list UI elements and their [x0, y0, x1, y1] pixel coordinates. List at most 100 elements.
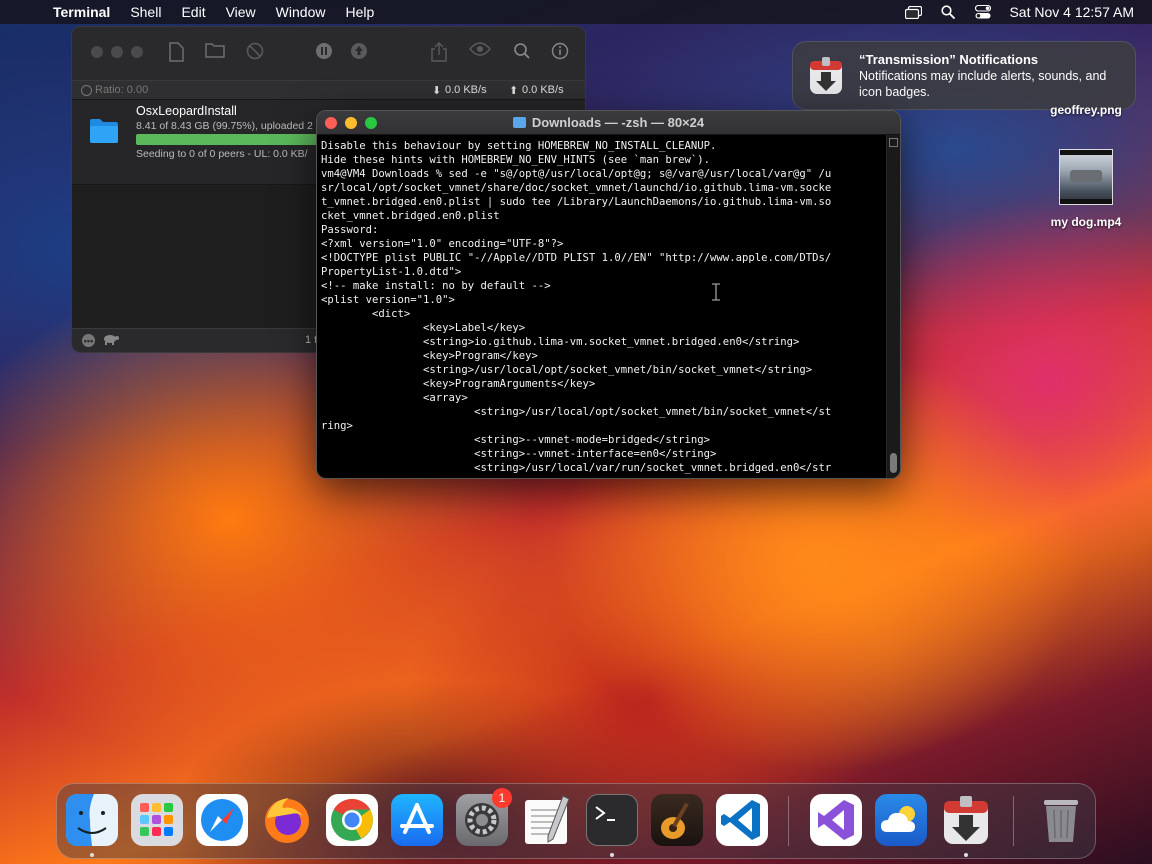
- control-center-icon[interactable]: [974, 5, 992, 19]
- terminal-scrollbar[interactable]: [886, 135, 900, 478]
- terminal-line: Hide these hints with HOMEBREW_NO_ENV_HI…: [321, 154, 711, 166]
- transmission-icon: [944, 796, 988, 844]
- terminal-line: <array>: [321, 392, 468, 404]
- notification-banner[interactable]: “Transmission” Notifications Notificatio…: [792, 41, 1136, 110]
- stage-manager-icon[interactable]: [904, 5, 922, 19]
- dock-separator: [788, 796, 789, 846]
- window-close-button[interactable]: [325, 117, 337, 129]
- dock-launchpad[interactable]: [131, 794, 183, 846]
- vscode-icon: [721, 800, 760, 840]
- window-minimize-button[interactable]: [111, 46, 123, 58]
- terminal-line: <string>--vmnet-interface=en0</string>: [321, 448, 717, 460]
- menu-view[interactable]: View: [226, 4, 256, 20]
- resume-all-icon[interactable]: [349, 42, 369, 62]
- transmission-app-icon: [807, 56, 845, 96]
- dock-vscode[interactable]: [716, 794, 768, 846]
- torrent-name: OsxLeopardInstall: [136, 104, 237, 118]
- text-cursor-icon: [711, 283, 721, 301]
- open-torrent-icon[interactable]: [205, 42, 225, 62]
- transmission-running-indicator: [964, 853, 968, 857]
- notification-body: Notifications may include alerts, sounds…: [859, 68, 1107, 99]
- dock-visual-studio[interactable]: [810, 794, 862, 846]
- folder-proxy-icon[interactable]: [512, 117, 526, 128]
- trash-icon: [1044, 800, 1078, 842]
- terminal-line: <string>/usr/local/var/run/socket_vmnet.…: [321, 462, 832, 474]
- terminal-title-bar[interactable]: Downloads — -zsh — 80×24: [317, 111, 900, 135]
- dock-garageband[interactable]: [651, 794, 703, 846]
- terminal-line: <key>ProgramArguments</key>: [321, 378, 596, 390]
- weather-icon: [881, 806, 915, 832]
- terminal-line: <string>--vmnet-mode=bridged</string>: [321, 434, 711, 446]
- dock-textedit[interactable]: [521, 794, 573, 846]
- quick-look-icon[interactable]: [469, 42, 491, 62]
- download-rate-icon: ⬇: [432, 85, 442, 97]
- video-thumbnail: [1059, 149, 1113, 205]
- terminal-title: Downloads — -zsh — 80×24: [531, 115, 705, 130]
- create-torrent-icon[interactable]: [166, 42, 186, 62]
- terminal-line: Password:: [321, 224, 379, 236]
- window-close-button[interactable]: [91, 46, 103, 58]
- info-icon[interactable]: [550, 42, 570, 62]
- dock: 1: [56, 783, 1096, 859]
- desktop-file-png[interactable]: geoffrey.png: [1040, 104, 1132, 120]
- dock-app-store[interactable]: [391, 794, 443, 846]
- upload-rate: 0.0 KB/s: [522, 84, 564, 96]
- launchpad-icon: [140, 803, 173, 836]
- window-zoom-button[interactable]: [365, 117, 377, 129]
- dock-weather[interactable]: [875, 794, 927, 846]
- window-zoom-button[interactable]: [131, 46, 143, 58]
- upload-rate-icon: ⬆: [509, 85, 519, 97]
- terminal-line: sr/local/opt/socket_vmnet/share/doc/sock…: [321, 182, 832, 194]
- dock-safari[interactable]: [196, 794, 248, 846]
- menu-window[interactable]: Window: [276, 4, 326, 20]
- desktop-file-mp4[interactable]: my dog.mp4: [1040, 149, 1132, 229]
- terminal-window[interactable]: Downloads — -zsh — 80×24 Disable this be…: [316, 110, 901, 479]
- window-minimize-button[interactable]: [345, 117, 357, 129]
- speed-limit-turtle-icon[interactable]: [102, 333, 120, 348]
- menu-clock[interactable]: Sat Nov 4 12:57 AM: [1009, 4, 1134, 20]
- transmission-stats-bar: Ratio: 0.00 ⬇ 0.0 KB/s ⬆ 0.0 KB/s: [72, 80, 585, 100]
- textedit-icon: [525, 795, 570, 844]
- menu-help[interactable]: Help: [345, 4, 374, 20]
- remove-torrent-icon[interactable]: [245, 42, 265, 62]
- menu-shell[interactable]: Shell: [130, 4, 161, 20]
- terminal-line: <key>Program</key>: [321, 350, 538, 362]
- torrent-status-text: Seeding to 0 of 0 peers - UL: 0.0 KB/: [136, 148, 308, 160]
- download-rate: 0.0 KB/s: [445, 84, 487, 96]
- dock-separator: [1013, 796, 1014, 846]
- dock-finder[interactable]: [66, 794, 118, 846]
- scrollbar-thumb[interactable]: [890, 453, 897, 473]
- settings-notification-badge: 1: [492, 788, 512, 808]
- terminal-line: <key>Label</key>: [321, 322, 526, 334]
- action-menu-icon[interactable]: •••: [82, 334, 95, 347]
- menu-edit[interactable]: Edit: [181, 4, 205, 20]
- menu-app-name[interactable]: Terminal: [53, 4, 110, 20]
- app-store-icon: [400, 803, 434, 834]
- dock-terminal[interactable]: [586, 794, 638, 846]
- finder-icon: [66, 794, 118, 846]
- spotlight-search-icon[interactable]: [939, 5, 957, 19]
- terminal-line: <!DOCTYPE plist PUBLIC "-//Apple//DTD PL…: [321, 252, 832, 264]
- terminal-line: PropertyList-1.0.dtd">: [321, 266, 462, 278]
- pause-all-icon[interactable]: [314, 42, 334, 62]
- share-icon[interactable]: [429, 42, 449, 62]
- terminal-output[interactable]: Disable this behaviour by setting HOMEBR…: [321, 139, 889, 478]
- dock-firefox[interactable]: [261, 794, 313, 846]
- folder-icon: [89, 118, 119, 144]
- dock-trash[interactable]: [1035, 794, 1087, 846]
- scroll-split-button[interactable]: [889, 138, 898, 147]
- terminal-line: vm4@VM4 Downloads % sed -e "s@/opt@/usr/…: [321, 168, 832, 180]
- menu-bar: Terminal Shell Edit View Window Help Sat…: [0, 0, 1152, 24]
- dock-system-settings[interactable]: 1: [456, 788, 512, 846]
- visual-studio-icon: [818, 800, 854, 840]
- transmission-toolbar: [72, 27, 585, 80]
- dock-transmission[interactable]: [940, 794, 992, 846]
- terminal-line: Disable this behaviour by setting HOMEBR…: [321, 140, 717, 152]
- terminal-line: t_vmnet.bridged.en0.plist | sudo tee /Li…: [321, 196, 832, 208]
- ratio-label[interactable]: Ratio: 0.00: [95, 84, 148, 96]
- search-icon[interactable]: [512, 42, 532, 62]
- terminal-line: <string>/usr/local/opt/socket_vmnet/bin/…: [321, 364, 813, 376]
- ratio-icon[interactable]: [81, 85, 92, 96]
- dock-chrome[interactable]: [326, 794, 378, 846]
- guitar-icon: [661, 802, 689, 839]
